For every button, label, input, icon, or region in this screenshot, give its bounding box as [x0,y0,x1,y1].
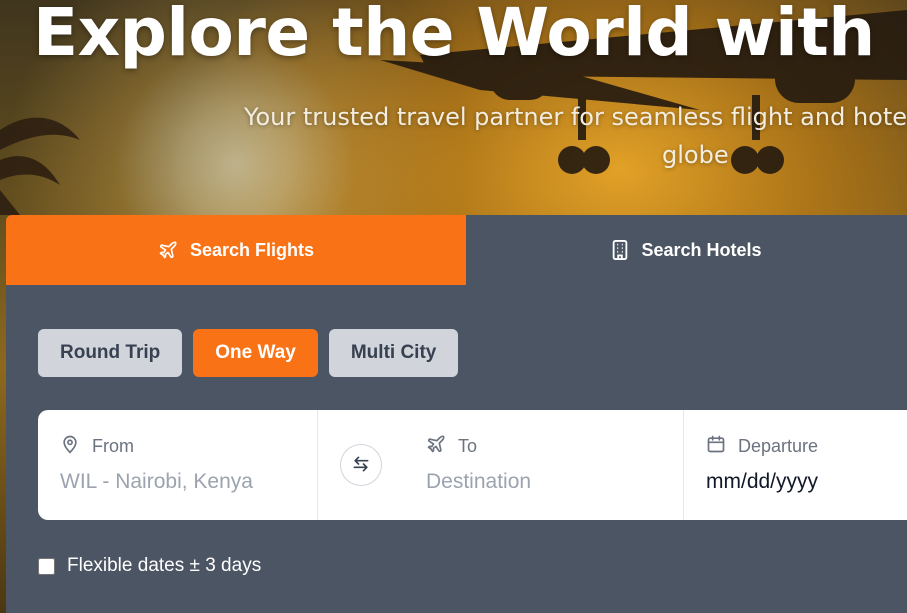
departure-label: Departure [706,432,896,460]
round-trip-button[interactable]: Round Trip [38,329,183,377]
building-icon [611,240,629,260]
flexible-dates-row: Flexible dates ± 3 days [38,555,261,577]
to-input[interactable] [426,470,656,494]
hero-subtitle-line2: globe [662,141,729,169]
departure-label-text: Departure [738,435,819,456]
tab-search-hotels-label: Search Hotels [641,239,762,260]
departure-date-input[interactable]: mm/dd/yyyy [706,470,896,494]
airplane-icon [158,240,178,260]
one-way-button[interactable]: One Way [193,329,318,377]
swap-arrows-icon [351,454,371,477]
from-field: From [38,410,318,520]
to-label: To [426,432,661,460]
search-tabs: Search Flights Search Hotels [6,215,907,285]
tab-search-flights-label: Search Flights [189,239,315,260]
from-label: From [60,432,295,460]
swap-field [318,410,404,520]
hero-title: Explore the World with [33,0,875,71]
flight-search-fields: From WIL - Nairobi, Kenya To Destination… [38,410,907,520]
calendar-icon [706,434,726,459]
tab-search-hotels[interactable]: Search Hotels [466,215,907,285]
to-label-text: To [458,435,478,456]
swap-button[interactable] [340,444,382,486]
search-card: Search Flights Search Hotels Round Trip … [6,215,907,613]
from-input[interactable] [60,470,290,494]
airplane-icon [426,434,446,459]
multi-city-button[interactable]: Multi City [328,329,459,377]
page: Explore the World with Your trusted trav… [0,0,907,613]
departure-field: Departure mm/dd/yyyy [684,410,907,520]
trip-type-group: Round Trip One Way Multi City [38,329,459,377]
from-label-text: From [92,435,134,456]
flexible-dates-label[interactable]: Flexible dates ± 3 days [67,555,261,577]
to-field: To [404,410,684,520]
flexible-dates-checkbox[interactable] [38,557,55,575]
hero-subtitle-line1: Your trusted travel partner for seamless… [244,103,907,131]
hero-subtitle: Your trusted travel partner for seamless… [244,98,907,174]
tab-search-flights[interactable]: Search Flights [6,215,466,285]
map-pin-icon [60,433,80,460]
